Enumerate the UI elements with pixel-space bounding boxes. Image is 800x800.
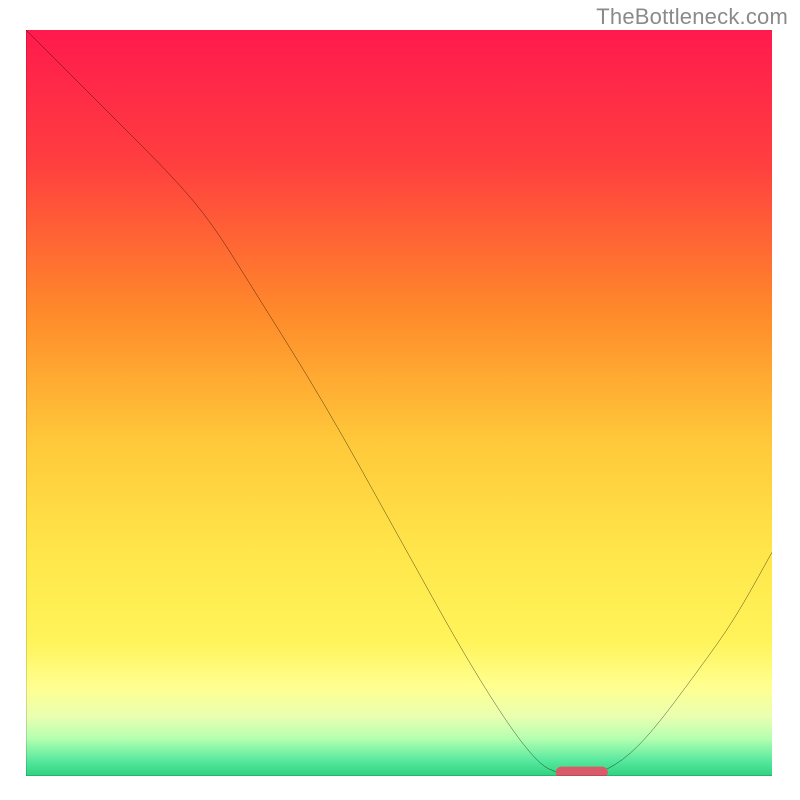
optimal-marker [556, 767, 608, 776]
bottleneck-plot [26, 30, 772, 776]
watermark-text: TheBottleneck.com [596, 4, 788, 30]
chart-container: TheBottleneck.com [0, 0, 800, 800]
